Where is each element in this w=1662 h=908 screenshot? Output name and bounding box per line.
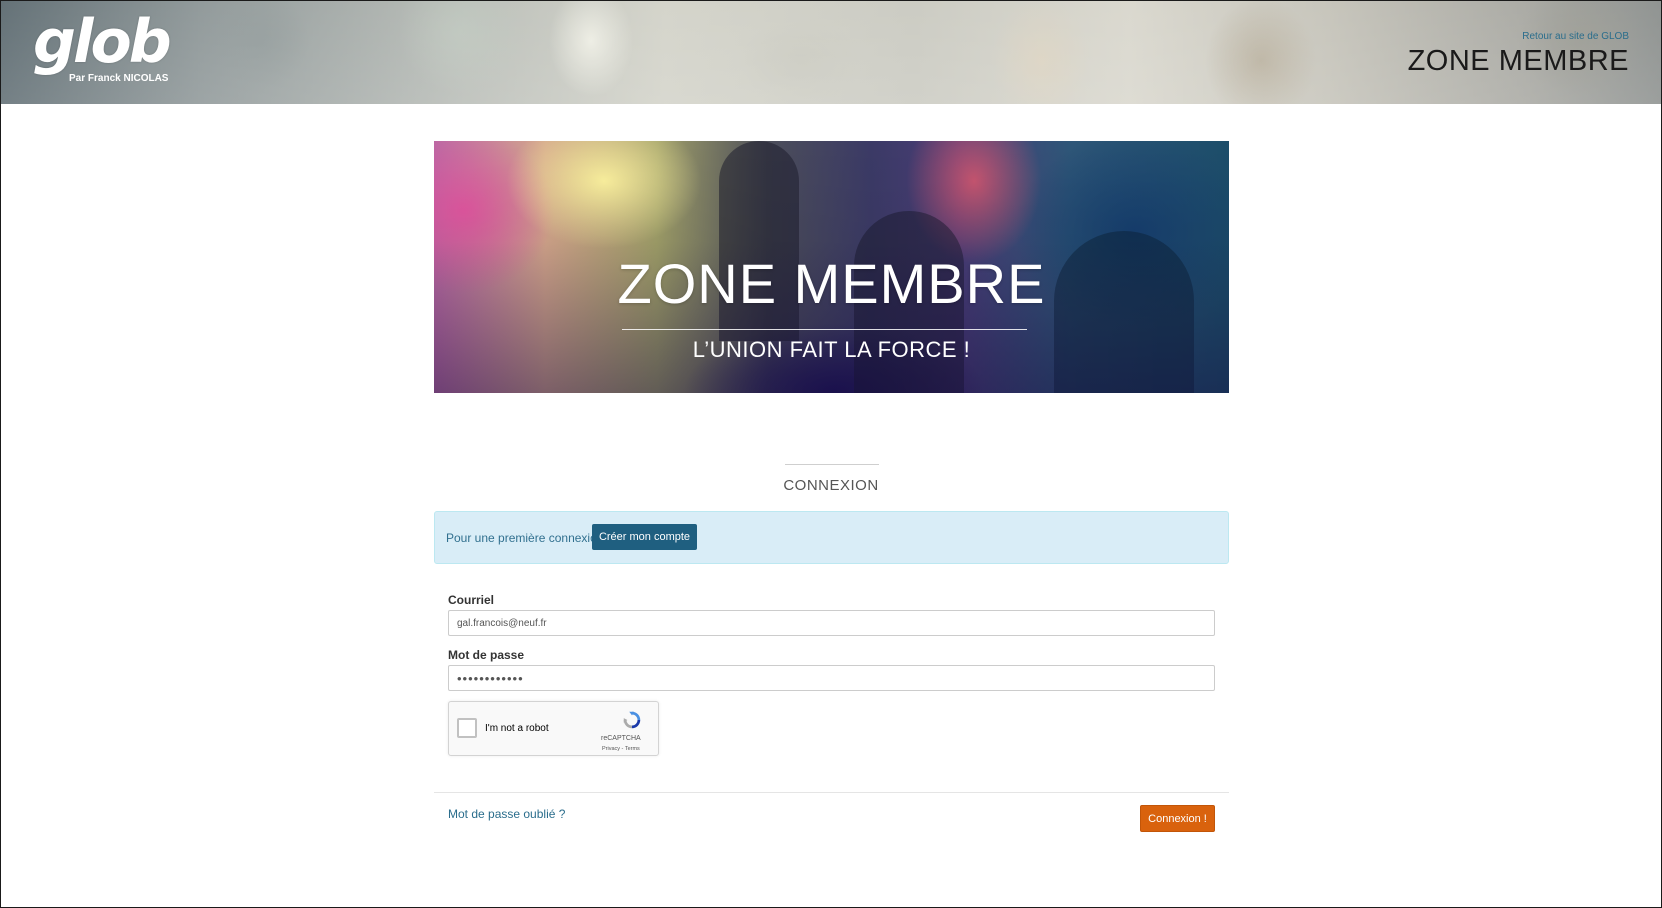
logo-tagline: Par Franck NICOLAS bbox=[69, 73, 169, 84]
header-title: ZONE MEMBRE bbox=[1407, 45, 1629, 77]
site-header: glob Par Franck NICOLAS Retour au site d… bbox=[1, 1, 1661, 104]
back-to-site-link[interactable]: Retour au site de GLOB bbox=[1522, 31, 1629, 42]
first-login-alert: Pour une première connexion Créer mon co… bbox=[434, 511, 1229, 564]
login-heading: CONNEXION bbox=[783, 477, 879, 494]
logo-wordmark: glob bbox=[33, 7, 172, 77]
password-label: Mot de passe bbox=[448, 648, 525, 662]
banner-subtitle: L’UNION FAIT LA FORCE ! bbox=[692, 337, 971, 362]
recaptcha-widget: I'm not a robot reCAPTCHA Privacy - Term… bbox=[448, 701, 659, 756]
banner-divider bbox=[622, 329, 1027, 330]
recaptcha-icon bbox=[623, 711, 641, 729]
banner-title: ZONE MEMBRE bbox=[617, 252, 1046, 315]
login-submit-button[interactable]: Connexion ! bbox=[1140, 805, 1215, 832]
recaptcha-privacy-terms[interactable]: Privacy - Terms bbox=[602, 746, 640, 752]
recaptcha-checkbox[interactable] bbox=[457, 718, 477, 738]
section-divider bbox=[785, 464, 879, 465]
email-field[interactable] bbox=[448, 610, 1215, 636]
first-login-text: Pour une première connexion bbox=[446, 531, 604, 545]
form-footer-divider bbox=[434, 792, 1229, 793]
recaptcha-label: I'm not a robot bbox=[485, 723, 549, 734]
create-account-button[interactable]: Créer mon compte bbox=[592, 524, 697, 550]
forgot-password-link[interactable]: Mot de passe oublié ? bbox=[448, 807, 565, 821]
password-field[interactable] bbox=[448, 665, 1215, 691]
recaptcha-brand: reCAPTCHA bbox=[601, 735, 641, 742]
hero-banner: ZONE MEMBRE L’UNION FAIT LA FORCE ! bbox=[434, 141, 1229, 393]
glob-logo[interactable]: glob Par Franck NICOLAS bbox=[33, 7, 172, 84]
email-label: Courriel bbox=[448, 593, 495, 607]
